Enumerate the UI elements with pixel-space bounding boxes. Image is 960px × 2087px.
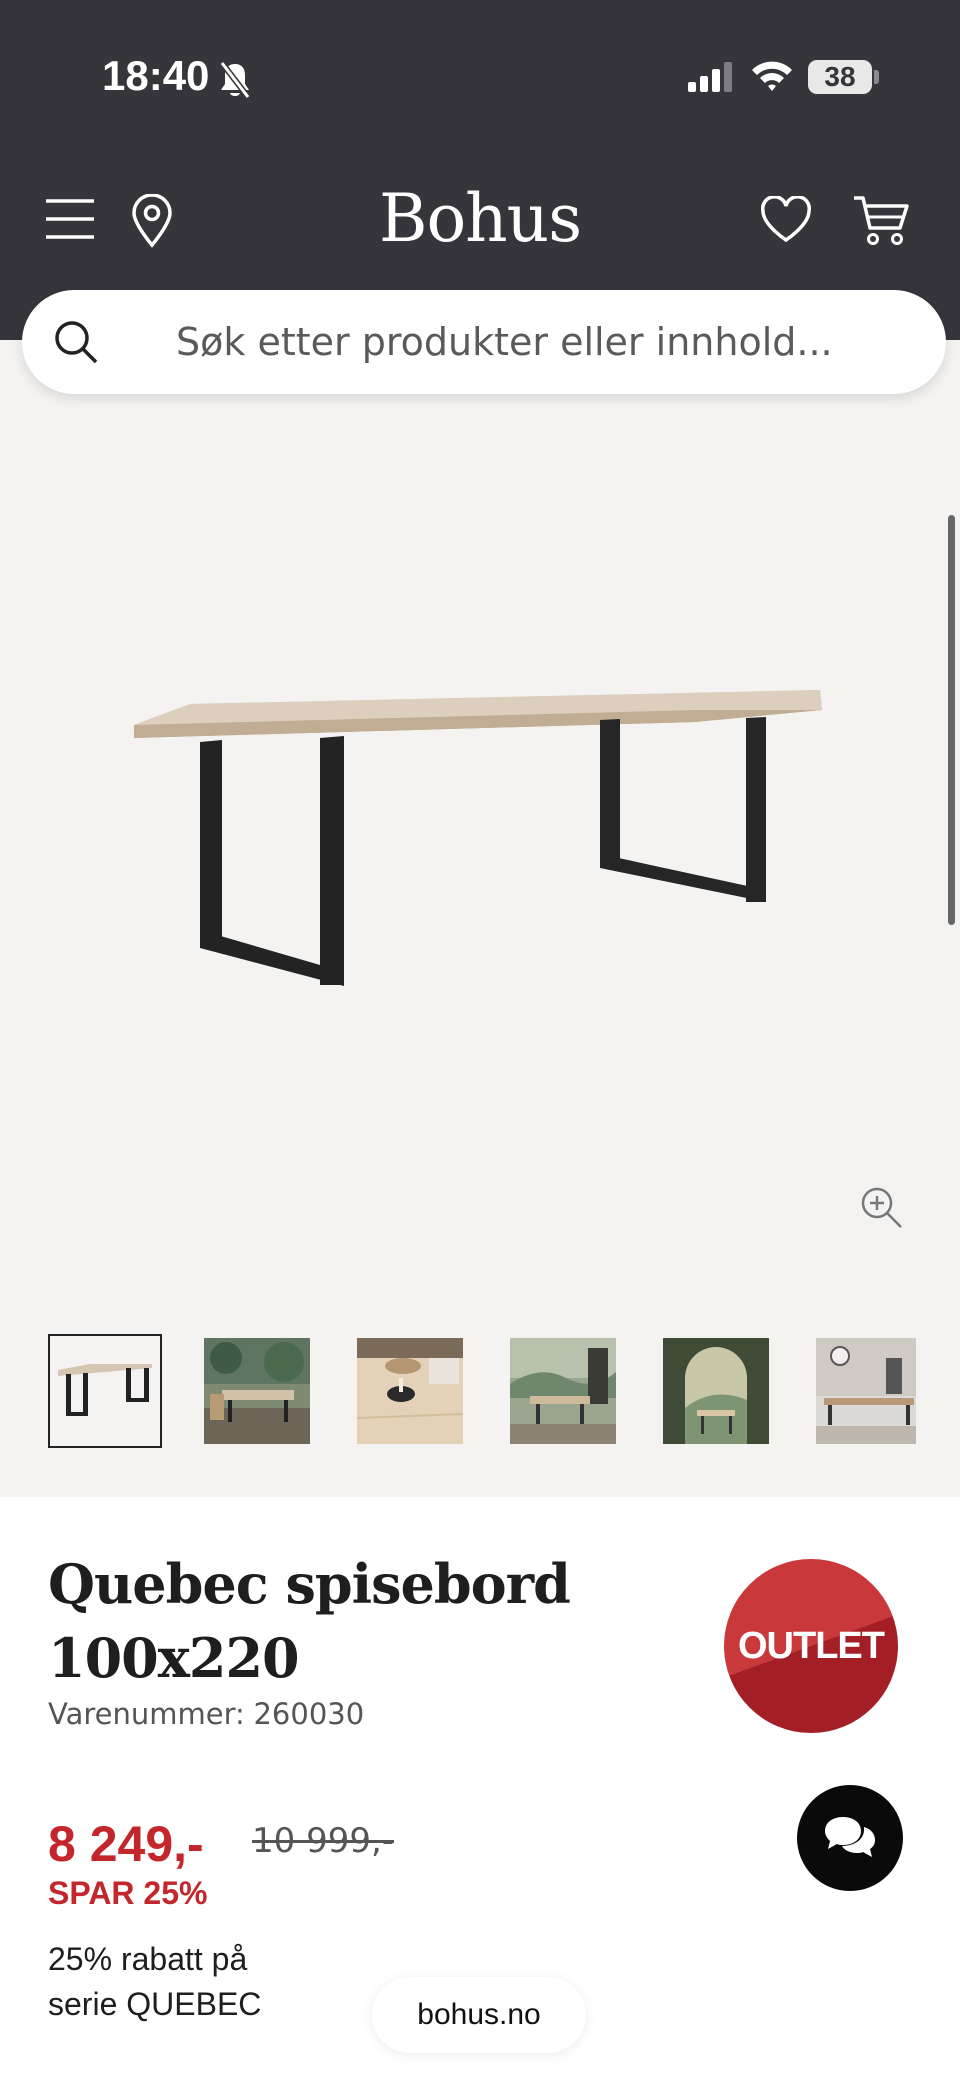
original-price: 10 999,- [252,1821,395,1861]
search-bar[interactable] [22,290,946,394]
search-icon [52,318,100,370]
sku-text: Varenummer: 260030 [48,1697,364,1731]
cellular-signal-icon [688,62,734,96]
search-input[interactable] [176,290,916,394]
scrollbar[interactable] [948,515,955,925]
campaign-line2: serie QUEBEC [48,1986,262,2022]
sku-number: 260030 [253,1697,365,1731]
chat-button[interactable] [797,1785,903,1891]
thumbnail-arched-alcove-dining[interactable] [663,1338,769,1444]
product-image-table[interactable] [130,680,830,1050]
thumbnail-table-product[interactable] [48,1334,162,1448]
product-title-line1: Quebec spisebord [48,1552,571,1616]
map-pin-icon[interactable] [130,193,174,252]
brand-logo[interactable]: Bohus [330,180,630,257]
outlet-badge: OUTLET [724,1559,898,1733]
thumbnail-long-table-room[interactable] [816,1338,916,1444]
status-time: 18:40 [102,52,210,99]
campaign-line1: 25% rabatt på [48,1941,248,1977]
current-price: 8 249,- [48,1816,204,1872]
bell-muted-icon [218,60,252,104]
saving-badge: SPAR 25% [48,1875,208,1911]
campaign-text: 25% rabatt på serie QUEBEC [48,1937,308,2027]
hamburger-icon[interactable] [46,198,94,244]
zoom-in-icon[interactable] [860,1186,904,1234]
product-gallery [0,340,960,1497]
sku-label: Varenummer: [48,1697,245,1731]
browser-address-pill[interactable]: bohus.no [372,1977,586,2053]
chat-bubbles-icon [825,1817,875,1857]
shopping-cart-icon[interactable] [852,194,910,252]
heart-icon[interactable] [760,195,812,248]
thumbnail-strip [0,1334,960,1448]
thumbnail-tabletop-closeup[interactable] [357,1338,463,1444]
product-info: Quebec spisebord 100x220 Varenummer: 2600… [0,1497,960,2087]
battery-tip [874,70,879,84]
thumbnail-dining-room-landscape[interactable] [510,1338,616,1444]
thumbnail-dining-room-green-wall[interactable] [204,1338,310,1444]
battery-indicator: 38 [808,60,872,94]
product-title: Quebec spisebord 100x220 [48,1547,648,1695]
wifi-icon [750,58,794,96]
status-bar: 18:40 38 [0,0,960,150]
product-title-line2: 100x220 [48,1626,300,1690]
